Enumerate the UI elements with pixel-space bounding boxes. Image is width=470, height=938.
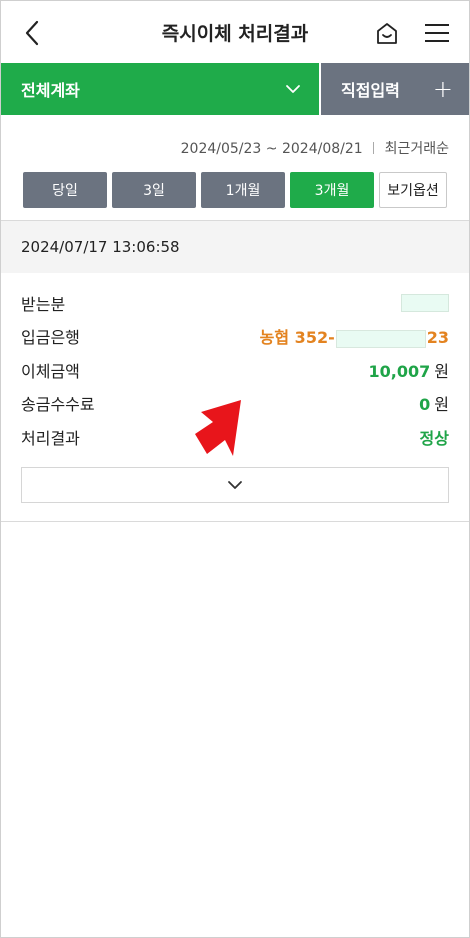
period-1month-button[interactable]: 1개월 [201,172,285,208]
recipient-masked-value [401,293,449,312]
record-details: 받는분 입금은행 농협 352- 23 이체금액 10,007 원 송금수수료 0원… [1,273,469,454]
plus-icon: + [432,75,453,103]
menu-button[interactable] [419,17,455,49]
period-today-button[interactable]: 당일 [23,172,107,208]
chevron-down-icon [286,85,300,93]
direct-input-label: 직접입력 [341,81,400,100]
home-button[interactable] [371,17,403,49]
bank-suffix: 23 [426,328,449,348]
home-icon [377,23,397,44]
recipient-row: 받는분 [21,286,449,320]
range-start: 2024/05/23 [180,141,262,157]
amount-label: 이체금액 [21,361,80,381]
fee-value-group: 0원 [419,391,449,415]
amount-row: 이체금액 10,007 원 [21,353,449,387]
period-3day-button[interactable]: 3일 [112,172,196,208]
amount-value-group: 10,007 원 [369,358,449,382]
amount-value: 10,007 [368,361,431,381]
app-header: 즉시이체 처리결과 [1,1,469,63]
recipient-label: 받는분 [21,294,66,314]
result-value: 정상 [419,428,449,448]
fee-unit: 원 [434,395,449,415]
expand-details-button[interactable] [21,466,449,503]
bank-value: 농협 352- 23 [260,324,449,348]
period-3month-button[interactable]: 3개월 [290,172,374,208]
screen: 즉시이체 처리결과 전체계좌 직접입력 + 2024/05/23 ~ 2024/… [0,0,470,938]
chevron-down-icon [228,480,242,489]
account-select-label: 전체계좌 [21,81,80,100]
account-number-mask [335,329,426,348]
sort-order-label[interactable]: 최근거래순 [385,141,449,157]
back-button[interactable] [15,17,49,49]
section-divider [1,520,469,522]
range-end: 2024/08/21 [281,141,363,157]
account-bar: 전체계좌 직접입력 + [1,63,469,115]
fee-value: 0 [419,395,431,415]
bank-row: 입금은행 농협 352- 23 [21,320,449,354]
view-option-button[interactable]: 보기옵션 [379,172,447,208]
result-label: 처리결과 [21,428,80,448]
fee-label: 송금수수료 [21,395,95,415]
account-select-dropdown[interactable]: 전체계좌 [1,63,319,115]
bank-prefix: 농협 352- [259,328,335,348]
amount-unit: 원 [434,361,449,381]
bank-label: 입금은행 [21,328,80,348]
direct-input-button[interactable]: 직접입력 + [321,63,469,115]
hamburger-menu-icon [425,24,449,42]
result-row: 처리결과 정상 [21,420,449,454]
record-datetime: 2024/07/17 13:06:58 [1,221,469,273]
fee-row: 송금수수료 0원 [21,387,449,421]
date-range: 2024/05/23 ~ 2024/08/21 최근거래순 [1,138,469,158]
period-filter: 당일 3일 1개월 3개월 보기옵션 [1,172,469,208]
range-tilde: ~ [265,141,278,157]
range-separator [373,142,375,154]
chevron-left-icon [25,20,39,46]
